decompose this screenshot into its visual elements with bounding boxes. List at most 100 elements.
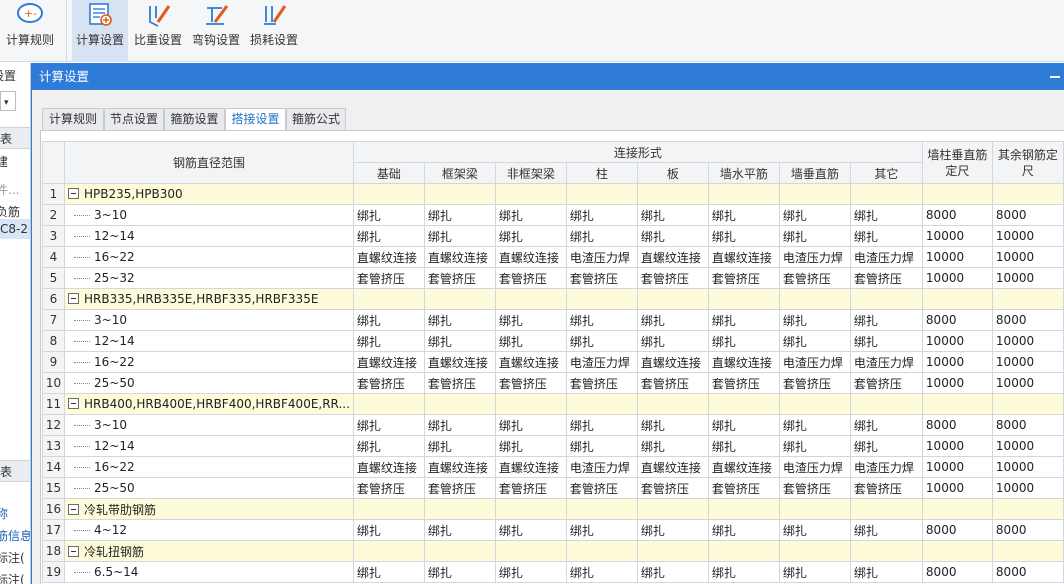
wall-length-cell[interactable]: 8000 [921, 519, 993, 541]
other-length-cell[interactable]: 10000 [991, 456, 1064, 478]
connection-cell[interactable]: 直螺纹连接 [636, 456, 709, 478]
connection-cell[interactable]: 绑扎 [636, 225, 709, 247]
wall-length-cell[interactable]: 10000 [921, 477, 993, 499]
other-length-cell[interactable] [991, 393, 1064, 415]
connection-cell[interactable]: 直螺纹连接 [423, 246, 496, 268]
connection-cell[interactable]: 绑扎 [352, 330, 425, 352]
connection-cell[interactable]: 绑扎 [636, 435, 709, 457]
left-panel-item[interactable]: 负筋 [0, 203, 20, 220]
other-length-cell[interactable]: 10000 [991, 246, 1064, 268]
connection-cell[interactable]: 绑扎 [352, 414, 425, 436]
connection-cell[interactable]: 电渣压力焊 [565, 246, 638, 268]
connection-cell[interactable]: 套管挤压 [636, 372, 709, 394]
other-length-cell[interactable]: 8000 [991, 414, 1064, 436]
connection-cell[interactable]: 绑扎 [494, 309, 567, 331]
connection-cell[interactable] [849, 183, 923, 205]
connection-cell[interactable]: 直螺纹连接 [494, 246, 567, 268]
connection-cell[interactable]: 绑扎 [778, 225, 851, 247]
range-cell[interactable]: 25~32 [64, 267, 354, 289]
connection-cell[interactable] [636, 540, 709, 562]
table-row[interactable]: 15 25~50 套管挤压 套管挤压 套管挤压 套管挤压 套管挤压 套管挤压 套管挤压 套管挤压 1… [42, 477, 1064, 499]
wall-length-cell[interactable] [921, 393, 993, 415]
group-label-cell[interactable]: HRB335,HRB335E,HRBF335,HRBF335E [64, 288, 354, 310]
connection-cell[interactable]: 直螺纹连接 [352, 456, 425, 478]
connection-cell[interactable] [565, 540, 638, 562]
group-row[interactable]: 1 HPB235,HPB300 [42, 183, 1064, 205]
connection-cell[interactable]: 套管挤压 [565, 372, 638, 394]
wall-length-cell[interactable]: 8000 [921, 414, 993, 436]
wall-length-cell[interactable] [921, 288, 993, 310]
connection-cell[interactable]: 电渣压力焊 [565, 351, 638, 373]
connection-cell[interactable]: 套管挤压 [707, 267, 780, 289]
connection-cell[interactable]: 电渣压力焊 [778, 456, 851, 478]
range-cell[interactable]: 12~14 [64, 330, 354, 352]
connection-cell[interactable] [707, 288, 780, 310]
dialog-titlebar[interactable]: 计算设置 [32, 64, 1064, 90]
wall-length-cell[interactable] [921, 183, 993, 205]
connection-cell[interactable]: 套管挤压 [423, 477, 496, 499]
table-row[interactable]: 4 16~22 直螺纹连接 直螺纹连接 直螺纹连接 电渣压力焊 直螺纹连接 直螺纹连接 电渣压力… [42, 246, 1064, 268]
connection-cell[interactable]: 绑扎 [707, 225, 780, 247]
table-row[interactable]: 14 16~22 直螺纹连接 直螺纹连接 直螺纹连接 电渣压力焊 直螺纹连接 直螺纹连接 电渣压… [42, 456, 1064, 478]
connection-cell[interactable]: 绑扎 [494, 435, 567, 457]
connection-cell[interactable] [494, 498, 567, 520]
connection-cell[interactable] [849, 288, 923, 310]
connection-cell[interactable] [849, 540, 923, 562]
table-row[interactable]: 7 3~10 绑扎 绑扎 绑扎 绑扎 绑扎 绑扎 绑扎 绑扎 8000 8000 [42, 309, 1064, 331]
connection-cell[interactable]: 绑扎 [636, 330, 709, 352]
connection-cell[interactable]: 绑扎 [849, 414, 923, 436]
wall-length-cell[interactable]: 10000 [921, 330, 993, 352]
wall-length-cell[interactable]: 8000 [921, 561, 993, 583]
connection-cell[interactable] [778, 540, 851, 562]
connection-cell[interactable]: 套管挤压 [778, 372, 851, 394]
connection-cell[interactable]: 直螺纹连接 [636, 351, 709, 373]
left-panel-item[interactable]: 建 [0, 153, 8, 170]
range-cell[interactable]: 12~14 [64, 435, 354, 457]
connection-cell[interactable] [494, 288, 567, 310]
connection-cell[interactable] [423, 498, 496, 520]
range-cell[interactable]: 16~22 [64, 246, 354, 268]
connection-cell[interactable] [636, 393, 709, 415]
connection-cell[interactable]: 直螺纹连接 [636, 246, 709, 268]
other-length-cell[interactable] [991, 540, 1064, 562]
connection-cell[interactable]: 直螺纹连接 [707, 351, 780, 373]
connection-cell[interactable] [565, 183, 638, 205]
other-length-cell[interactable] [991, 288, 1064, 310]
range-cell[interactable]: 3~10 [64, 204, 354, 226]
connection-cell[interactable]: 电渣压力焊 [849, 246, 923, 268]
connection-cell[interactable] [565, 393, 638, 415]
left-panel-selected-item[interactable]: C8-2 [0, 219, 30, 239]
connection-cell[interactable]: 绑扎 [636, 204, 709, 226]
other-length-cell[interactable] [991, 183, 1064, 205]
connection-cell[interactable]: 电渣压力焊 [849, 456, 923, 478]
table-row[interactable]: 17 4~12 绑扎 绑扎 绑扎 绑扎 绑扎 绑扎 绑扎 绑扎 8000 8000 [42, 519, 1064, 541]
left-panel-link[interactable]: 筋信息 [0, 527, 30, 544]
connection-cell[interactable]: 绑扎 [707, 561, 780, 583]
table-row[interactable]: 2 3~10 绑扎 绑扎 绑扎 绑扎 绑扎 绑扎 绑扎 绑扎 8000 8000 [42, 204, 1064, 226]
connection-cell[interactable] [352, 540, 425, 562]
range-cell[interactable]: 3~10 [64, 309, 354, 331]
connection-cell[interactable]: 绑扎 [636, 309, 709, 331]
connection-cell[interactable] [707, 393, 780, 415]
connection-cell[interactable] [707, 540, 780, 562]
connection-cell[interactable]: 绑扎 [707, 435, 780, 457]
range-cell[interactable]: 25~50 [64, 477, 354, 499]
left-panel-item[interactable]: 标注( [0, 549, 25, 566]
connection-cell[interactable] [423, 540, 496, 562]
connection-cell[interactable] [423, 183, 496, 205]
connection-cell[interactable]: 绑扎 [352, 435, 425, 457]
connection-cell[interactable]: 绑扎 [707, 330, 780, 352]
connection-cell[interactable] [849, 393, 923, 415]
connection-cell[interactable]: 绑扎 [849, 435, 923, 457]
connection-cell[interactable]: 绑扎 [423, 435, 496, 457]
connection-cell[interactable]: 绑扎 [778, 561, 851, 583]
connection-cell[interactable]: 绑扎 [352, 204, 425, 226]
connection-cell[interactable]: 套管挤压 [849, 372, 923, 394]
tab-stirrup-formula[interactable]: 箍筋公式 [286, 108, 346, 130]
wall-length-cell[interactable]: 10000 [921, 246, 993, 268]
connection-cell[interactable] [352, 288, 425, 310]
connection-cell[interactable] [778, 183, 851, 205]
connection-cell[interactable]: 直螺纹连接 [707, 456, 780, 478]
table-row[interactable]: 12 3~10 绑扎 绑扎 绑扎 绑扎 绑扎 绑扎 绑扎 绑扎 8000 8000 [42, 414, 1064, 436]
group-label-cell[interactable]: 冷轧扭钢筋 [64, 540, 354, 562]
